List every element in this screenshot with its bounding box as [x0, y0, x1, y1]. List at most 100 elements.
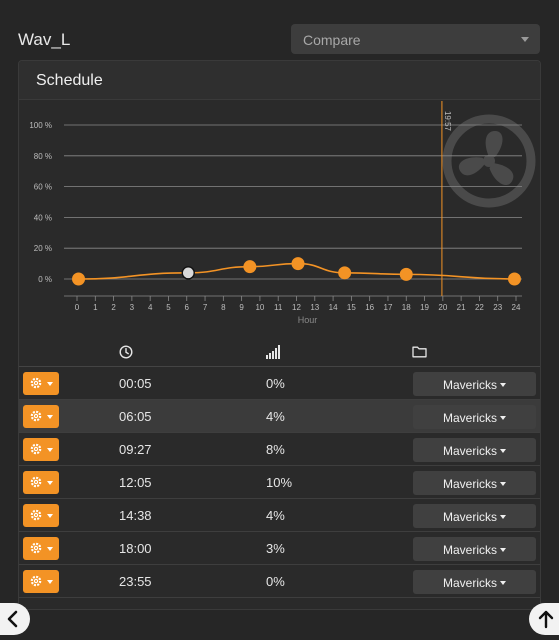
caret-down-icon	[47, 580, 53, 584]
data-point[interactable]	[399, 267, 413, 281]
schedule-card-title: Schedule	[19, 61, 540, 100]
row-time: 06:05	[119, 409, 152, 424]
caret-down-icon	[500, 514, 506, 519]
row-level: 4%	[266, 508, 285, 523]
fan-watermark-icon	[442, 114, 536, 208]
caret-down-icon	[500, 547, 506, 552]
selected-data-point[interactable]	[181, 266, 195, 280]
row-settings-button[interactable]	[23, 537, 59, 560]
caret-down-icon	[47, 514, 53, 518]
scroll-top-button[interactable]	[529, 603, 559, 635]
row-settings-button[interactable]	[23, 438, 59, 461]
row-schedule-button[interactable]: Mavericks	[413, 372, 536, 396]
y-tick-label: 20 %	[34, 244, 52, 253]
row-settings-button[interactable]	[23, 570, 59, 593]
x-tick-label: 11	[274, 303, 283, 312]
row-schedule-label: Mavericks	[442, 576, 497, 590]
schedule-chart: 100 % 80 % 60 % 40 % 20 % 0 % 0 1 2 3 4 5 6 7 8 9 10 11 12…	[19, 101, 541, 337]
row-time: 12:05	[119, 475, 152, 490]
gear-icon	[30, 410, 42, 422]
data-point[interactable]	[243, 260, 257, 274]
x-tick-label: 4	[148, 303, 153, 312]
y-tick-label: 60 %	[34, 183, 52, 192]
compare-select[interactable]: Compare	[291, 24, 540, 54]
row-settings-button[interactable]	[23, 405, 59, 428]
row-time: 00:05	[119, 376, 152, 391]
caret-down-icon	[47, 448, 53, 452]
data-point[interactable]	[291, 257, 305, 271]
row-schedule-button[interactable]: Mavericks	[413, 438, 536, 462]
x-tick-label: 16	[365, 303, 374, 312]
table-row[interactable]: 09:27 8% Mavericks	[19, 433, 540, 466]
row-settings-button[interactable]	[23, 504, 59, 527]
caret-down-icon	[500, 382, 506, 387]
caret-down-icon	[521, 37, 529, 42]
x-tick-label: 0	[75, 303, 80, 312]
row-time: 14:38	[119, 508, 152, 523]
folder-icon	[412, 345, 427, 363]
table-row[interactable]: 06:05 4% Mavericks	[19, 400, 540, 433]
gear-icon	[30, 542, 42, 554]
row-schedule-label: Mavericks	[442, 510, 497, 524]
x-tick-label: 19	[420, 303, 429, 312]
caret-down-icon	[500, 481, 506, 486]
caret-down-icon	[500, 448, 506, 453]
row-schedule-button[interactable]: Mavericks	[413, 471, 536, 495]
x-tick-label: 12	[292, 303, 301, 312]
row-schedule-button[interactable]: Mavericks	[413, 570, 536, 594]
schedule-table: 00:05 0% Mavericks 06:05 4% Mavericks 09:27 8% M…	[19, 339, 540, 598]
gear-icon	[30, 509, 42, 521]
gear-icon	[30, 575, 42, 587]
x-tick-label: 5	[166, 303, 171, 312]
row-level: 3%	[266, 541, 285, 556]
table-row[interactable]: 14:38 4% Mavericks	[19, 499, 540, 532]
back-button[interactable]	[0, 603, 30, 635]
table-row[interactable]: 00:05 0% Mavericks	[19, 367, 540, 400]
row-level: 0%	[266, 376, 285, 391]
y-tick-label: 80 %	[34, 152, 52, 161]
schedule-chart-svg[interactable]: 100 %80 %60 %40 %20 %0 %0 1 2 3 4 5 6 7 8 9 10 11 12…	[19, 101, 541, 337]
data-point[interactable]	[338, 266, 352, 280]
row-settings-button[interactable]	[23, 372, 59, 395]
row-schedule-label: Mavericks	[442, 543, 497, 557]
x-tick-label: 24	[512, 303, 521, 312]
x-tick-label: 14	[329, 303, 338, 312]
row-level: 4%	[266, 409, 285, 424]
x-tick-label: 3	[130, 303, 135, 312]
caret-down-icon	[47, 481, 53, 485]
table-row[interactable]: 18:00 3% Mavericks	[19, 532, 540, 565]
data-point[interactable]	[72, 272, 86, 286]
row-level: 0%	[266, 574, 285, 589]
gear-icon	[30, 443, 42, 455]
x-tick-label: 22	[475, 303, 484, 312]
caret-down-icon	[500, 415, 506, 420]
arrow-up-icon	[538, 610, 554, 629]
x-tick-label: 7	[203, 303, 208, 312]
x-tick-label: 20	[438, 303, 447, 312]
row-time: 09:27	[119, 442, 152, 457]
row-time: 18:00	[119, 541, 152, 556]
x-tick-label: 6	[185, 303, 190, 312]
caret-down-icon	[47, 547, 53, 551]
row-schedule-label: Mavericks	[442, 411, 497, 425]
row-schedule-button[interactable]: Mavericks	[413, 504, 536, 528]
row-settings-button[interactable]	[23, 471, 59, 494]
y-tick-label: 0 %	[38, 275, 52, 284]
table-row[interactable]: 23:55 0% Mavericks	[19, 565, 540, 598]
x-tick-label: 23	[493, 303, 502, 312]
signal-bars-icon	[266, 345, 282, 364]
row-schedule-button[interactable]: Mavericks	[413, 537, 536, 561]
schedule-card: Schedule 100 % 80 % 60 % 40 % 20 % 0 % 0 1 2 3 4 5 6…	[18, 60, 541, 610]
x-tick-label: 9	[239, 303, 244, 312]
row-level: 8%	[266, 442, 285, 457]
device-title: Wav_L	[18, 30, 71, 49]
x-tick-label: 2	[111, 303, 116, 312]
compare-label: Compare	[303, 32, 361, 48]
row-schedule-button[interactable]: Mavericks	[413, 405, 536, 429]
x-tick-label: 1	[93, 303, 98, 312]
data-point[interactable]	[507, 272, 521, 286]
row-time: 23:55	[119, 574, 152, 589]
schedule-rows: 00:05 0% Mavericks 06:05 4% Mavericks 09:27 8% M…	[19, 367, 540, 598]
x-tick-label: 17	[384, 303, 393, 312]
table-row[interactable]: 12:05 10% Mavericks	[19, 466, 540, 499]
